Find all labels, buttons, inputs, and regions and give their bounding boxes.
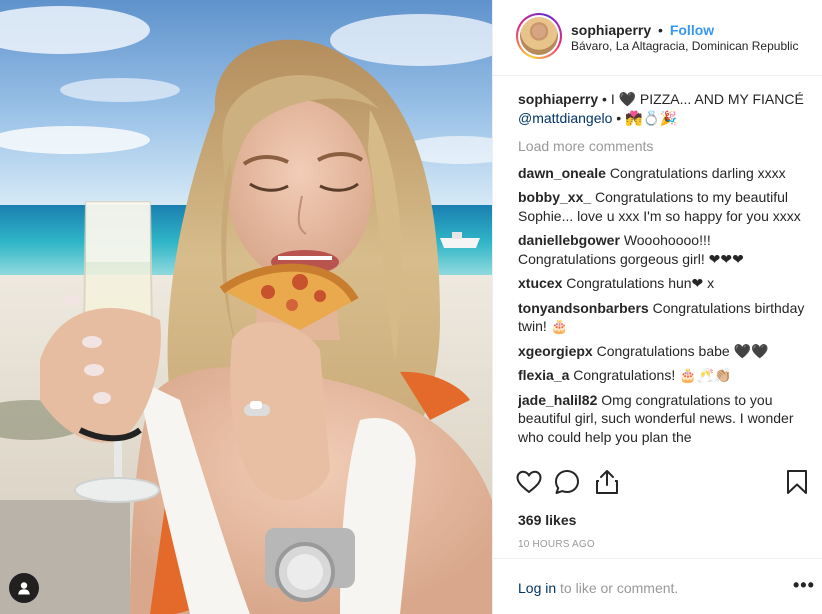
post-photo[interactable] [0, 0, 492, 614]
beach-selfie-image [0, 0, 492, 614]
post-header: sophiaperry • Follow Bávaro, La Altagrac… [493, 0, 822, 76]
caption-username[interactable]: sophiaperry [518, 91, 598, 107]
comment-username[interactable]: xtucex [518, 275, 562, 291]
heart-icon [516, 470, 542, 494]
save-button[interactable] [783, 468, 811, 496]
comment-item: flexia_a Congratulations! 🎂🥂👏🏼 [518, 366, 808, 385]
action-bar [515, 468, 811, 496]
comment-username[interactable]: tonyandsonbarbers [518, 300, 649, 316]
comment-item: daniellebgower Wooohoooo!!! Congratulati… [518, 231, 808, 268]
login-footer: Log in to like or comment. ••• [493, 558, 822, 614]
comment-username[interactable]: daniellebgower [518, 232, 620, 248]
login-prompt: Log in to like or comment. [518, 580, 678, 596]
comment-text: Congratulations! 🎂🥂👏🏼 [573, 367, 732, 383]
comment-icon [555, 470, 579, 494]
comment-text: Congratulations babe 🖤🖤 [596, 342, 769, 359]
comment-text: Congratulations darling xxxx [609, 164, 786, 181]
bookmark-icon [787, 470, 807, 494]
tagged-users-button[interactable] [9, 573, 39, 603]
login-prompt-text: to like or comment. [556, 580, 679, 596]
comment-item: xgeorgiepx Congratulations babe 🖤🖤 [518, 342, 808, 361]
caption-text: • I 🖤 PIZZA... AND MY FIANCÉ [602, 91, 804, 107]
avatar[interactable] [516, 13, 562, 59]
comments-list[interactable]: sophiaperry • I 🖤 PIZZA... AND MY FIANCÉ… [518, 90, 808, 465]
caption-mention[interactable]: @mattdiangelo [518, 110, 612, 126]
comment-username[interactable]: dawn_oneale [518, 165, 606, 181]
comment-username[interactable]: flexia_a [518, 367, 569, 383]
comment-item: dawn_oneale Congratulations darling xxxx [518, 164, 808, 183]
comment-username[interactable]: bobby_xx_ [518, 189, 591, 205]
user-icon [18, 582, 30, 595]
share-button[interactable] [593, 468, 621, 496]
more-options-button[interactable]: ••• [793, 575, 815, 596]
share-icon [596, 470, 618, 494]
header-separator: • [658, 22, 663, 38]
comment-button[interactable] [553, 468, 581, 496]
comment-item: tonyandsonbarbers Congratulations birthd… [518, 299, 808, 336]
likes-count[interactable]: 369 likes [518, 512, 576, 528]
comment-item: bobby_xx_ Congratulations to my beautifu… [518, 188, 808, 225]
follow-button[interactable]: Follow [670, 22, 714, 38]
post-sidebar: sophiaperry • Follow Bávaro, La Altagrac… [492, 0, 822, 614]
comment-item: jade_halil82 Omg congratulations to you … [518, 391, 808, 447]
comment-username[interactable]: jade_halil82 [518, 392, 597, 408]
comment-text: Congratulations hun❤ x [566, 275, 715, 291]
comment-item: xtucex Congratulations hun❤ x [518, 274, 808, 293]
location-link[interactable]: Bávaro, La Altagracia, Dominican Republi… [571, 39, 798, 53]
comment-username[interactable]: xgeorgiepx [518, 343, 593, 359]
caption: sophiaperry • I 🖤 PIZZA... AND MY FIANCÉ… [518, 90, 808, 127]
load-more-comments-button[interactable]: Load more comments [518, 137, 808, 156]
login-link[interactable]: Log in [518, 580, 556, 596]
like-button[interactable] [515, 468, 543, 496]
post-timestamp[interactable]: 10 HOURS AGO [518, 539, 595, 550]
header-line: sophiaperry • Follow [571, 22, 714, 38]
caption-tail: • 💏💍🎉 [616, 109, 678, 126]
header-username[interactable]: sophiaperry [571, 22, 651, 38]
